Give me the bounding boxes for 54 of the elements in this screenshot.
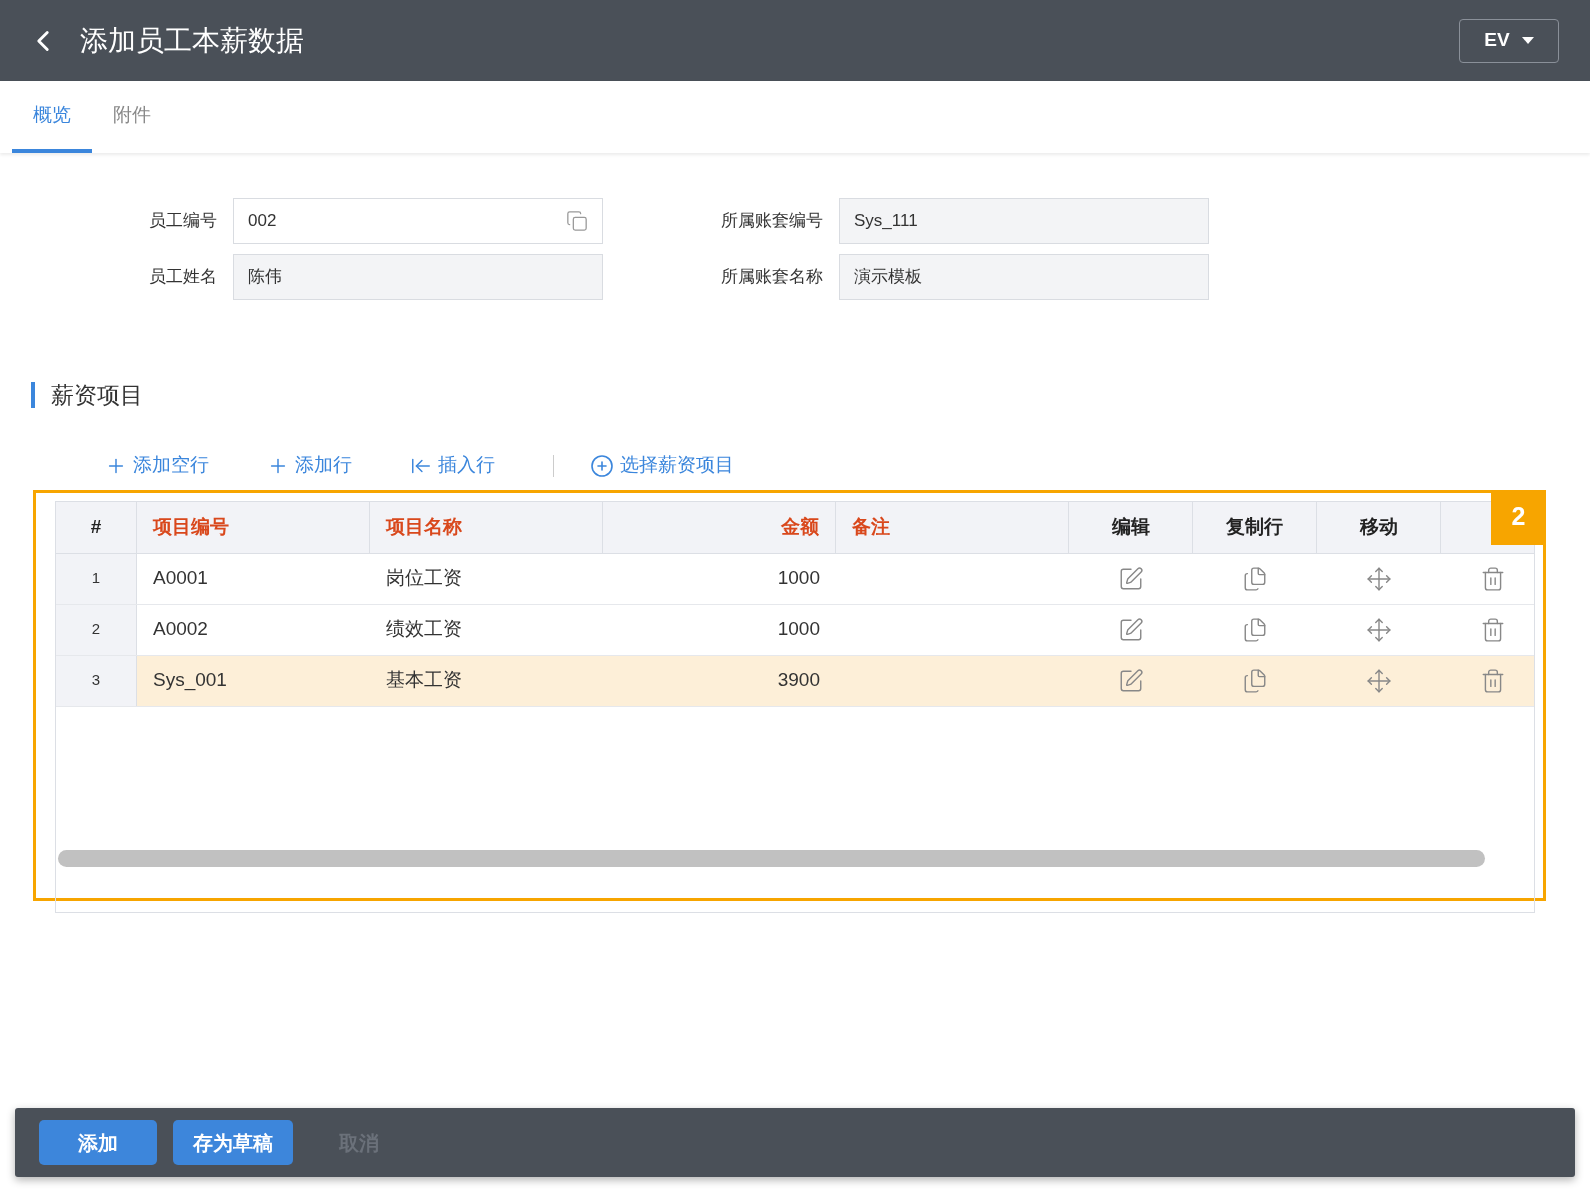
table-row[interactable]: 3 Sys_001 基本工资 3900 — [56, 655, 1534, 707]
table-cell-text: 基本工资 — [386, 668, 462, 693]
language-dropdown[interactable]: EV — [1459, 18, 1559, 63]
copy-icon[interactable] — [1242, 616, 1268, 643]
table-cell-text: 3900 — [777, 668, 820, 693]
field-label: 员工姓名 — [148, 266, 218, 289]
field-label: 所属账套编号 — [720, 210, 824, 233]
edit-icon[interactable] — [1118, 616, 1144, 643]
table-cell-text: 1000 — [777, 617, 820, 642]
move-icon[interactable] — [1366, 565, 1392, 592]
page-title: 添加员工本薪数据 — [80, 23, 304, 58]
scrollbar[interactable] — [58, 849, 1485, 867]
table-cell-text: A0001 — [153, 566, 208, 591]
field-label: 所属账套名称 — [720, 266, 824, 289]
action-button[interactable]: 添加 — [39, 1120, 157, 1165]
edit-icon[interactable] — [1118, 565, 1144, 592]
table-cell-text: Sys_001 — [153, 668, 227, 693]
text-field[interactable]: 002 — [233, 198, 603, 244]
toolbar-button[interactable]: 插入行 — [410, 451, 495, 480]
column-header: # — [56, 501, 137, 553]
edit-icon[interactable] — [1118, 667, 1144, 694]
table-cell-text: 1000 — [777, 566, 820, 591]
table-row[interactable]: 2 A0002 绩效工资 1000 — [56, 604, 1534, 656]
column-header: 移动 — [1317, 501, 1441, 553]
column-header: 复制行 — [1193, 501, 1317, 553]
column-header: 备注 — [836, 501, 1069, 553]
row-number: 3 — [91, 670, 101, 691]
move-icon[interactable] — [1366, 667, 1392, 694]
trash-icon[interactable] — [1480, 667, 1506, 694]
column-header: 编辑 — [1069, 501, 1193, 553]
table-cell-text: 岗位工资 — [386, 566, 462, 591]
toolbar-button[interactable]: 添加行 — [267, 451, 352, 480]
table-cell-text: A0002 — [153, 617, 208, 642]
toolbar-button[interactable]: 选择薪资项目 — [590, 451, 734, 480]
trash-icon[interactable] — [1480, 616, 1506, 643]
trash-icon[interactable] — [1480, 565, 1506, 592]
table-cell-text: 绩效工资 — [386, 617, 462, 642]
row-number: 2 — [91, 619, 101, 640]
move-icon[interactable] — [1366, 616, 1392, 643]
tab[interactable]: 概览 — [12, 81, 92, 153]
column-header: 项目编号 — [137, 501, 370, 553]
row-number: 1 — [91, 568, 101, 589]
field-label: 员工编号 — [148, 210, 218, 233]
table-row[interactable]: 1 A0001 岗位工资 1000 — [56, 553, 1534, 605]
toolbar-button[interactable]: 添加空行 — [105, 451, 209, 480]
copy-icon[interactable] — [1242, 565, 1268, 592]
caret-icon — [1521, 37, 1534, 44]
column-header: 金额 — [603, 501, 836, 553]
column-header: 项目名称 — [370, 501, 603, 553]
copy-icon[interactable] — [566, 210, 588, 232]
section-title: 薪资项目 — [51, 381, 143, 410]
action-button[interactable]: 存为草稿 — [173, 1120, 293, 1165]
tab[interactable]: 附件 — [92, 81, 172, 153]
copy-icon[interactable] — [1242, 667, 1268, 694]
